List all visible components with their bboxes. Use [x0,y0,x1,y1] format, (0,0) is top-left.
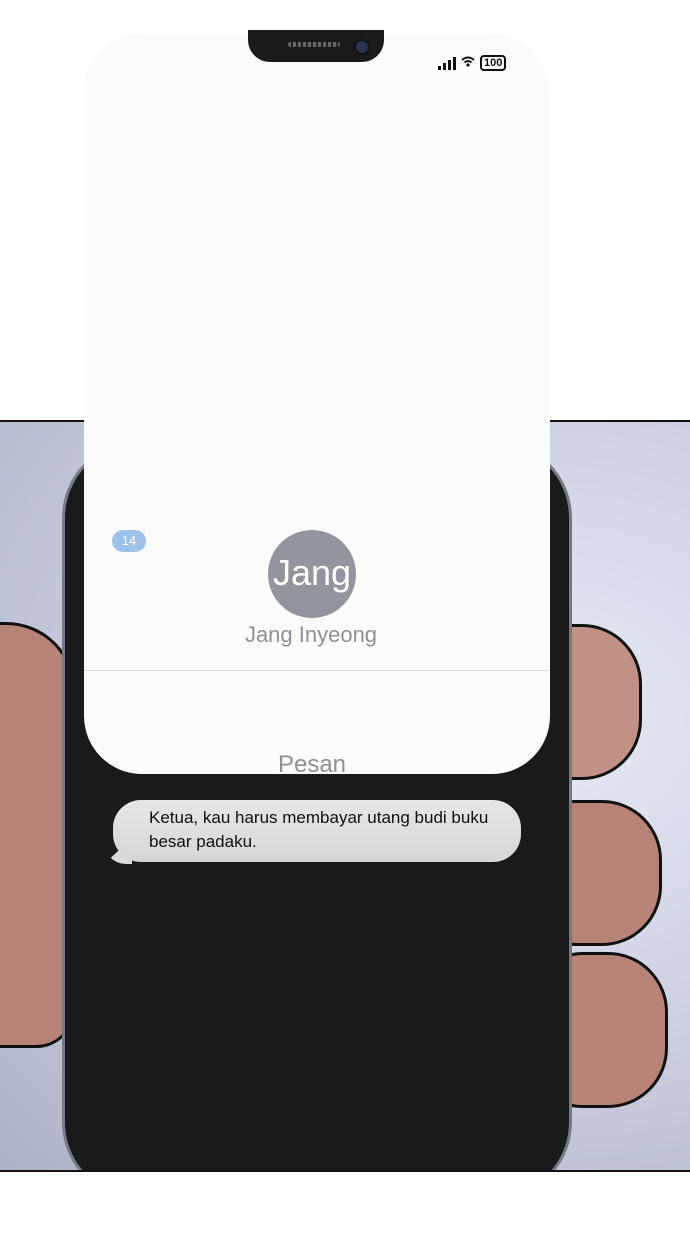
phone-notch [248,30,384,62]
status-bar: 100 [438,54,507,72]
right-thumb [566,624,642,780]
battery-icon: 100 [480,55,507,71]
service-label: Pesan [277,751,347,778]
contact-name[interactable]: Jang Inyeong [200,622,422,648]
phone-screen [84,34,550,774]
wifi-icon [461,54,475,72]
avatar[interactable]: Jang [268,530,356,618]
message-text: Ketua, kau harus membayar utang budi buk… [149,808,489,851]
speaker-grille [288,42,340,47]
header-divider [84,670,550,671]
signal-icon [438,56,456,70]
message-bubble[interactable]: Ketua, kau harus membayar utang budi buk… [113,800,521,862]
back-unread-badge[interactable]: 14 [112,530,146,552]
camera-icon [354,39,370,55]
